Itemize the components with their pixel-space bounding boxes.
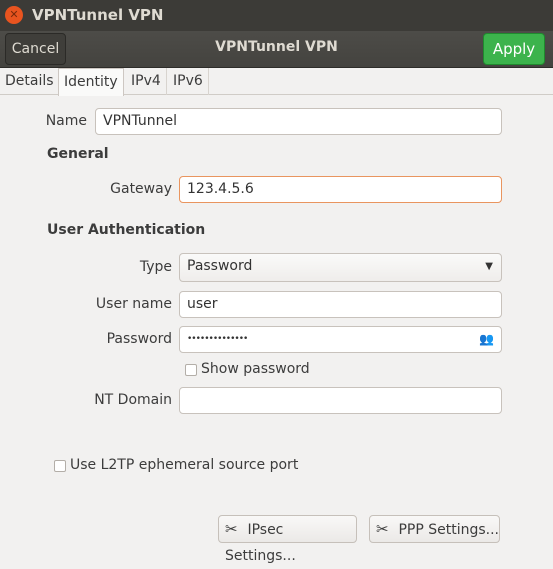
password-label: Password [106,331,172,347]
tab-details[interactable]: Details [0,68,60,95]
users-icon[interactable]: 👥 [479,327,494,352]
l2tp-checkbox[interactable] [54,460,66,472]
show-password-checkbox[interactable] [185,364,197,376]
header-bar: VPNTunnel VPN Cancel Apply [0,31,553,68]
cancel-button[interactable]: Cancel [5,33,66,65]
name-label: Name [45,113,87,129]
ppp-settings-label: PPP Settings... [398,522,500,538]
ppp-settings-button[interactable]: ✂ PPP Settings... [369,515,500,543]
type-label: Type [139,259,172,275]
show-password-label: Show password [201,361,310,377]
tab-ipv6[interactable]: IPv6 [168,68,209,95]
ipsec-settings-button[interactable]: ✂ IPsec Settings... [218,515,357,564]
type-select[interactable]: Password ▼ [179,253,502,282]
tools-icon: ✂ [225,520,238,538]
password-value: •••••••••••••• [187,334,248,344]
username-label: User name [95,296,172,312]
username-input[interactable]: user [179,291,502,318]
dropdown-arrow-icon: ▼ [485,261,493,272]
tools-icon: ✂ [376,520,389,538]
gateway-input[interactable]: 123.4.5.6 [179,176,502,203]
tab-ipv4[interactable]: IPv4 [126,68,167,95]
dialog-title: VPNTunnel VPN [215,39,338,55]
tab-bar: Details Identity IPv4 IPv6 [0,68,553,96]
name-input[interactable]: VPNTunnel [95,108,502,135]
ntdomain-label: NT Domain [94,392,172,408]
tab-identity[interactable]: Identity [58,68,124,96]
user-authentication-heading: User Authentication [47,222,206,238]
type-value: Password [187,258,253,274]
l2tp-label: Use L2TP ephemeral source port [70,457,299,473]
ntdomain-input[interactable] [179,387,502,414]
close-icon[interactable]: ✕ [5,6,23,24]
title-bar: ✕ VPNTunnel VPN [0,0,553,31]
password-input[interactable]: •••••••••••••• 👥 [179,326,502,353]
apply-button[interactable]: Apply [483,33,545,65]
general-heading: General [47,146,109,162]
window-title: VPNTunnel VPN [32,6,164,24]
gateway-label: Gateway [110,181,172,197]
